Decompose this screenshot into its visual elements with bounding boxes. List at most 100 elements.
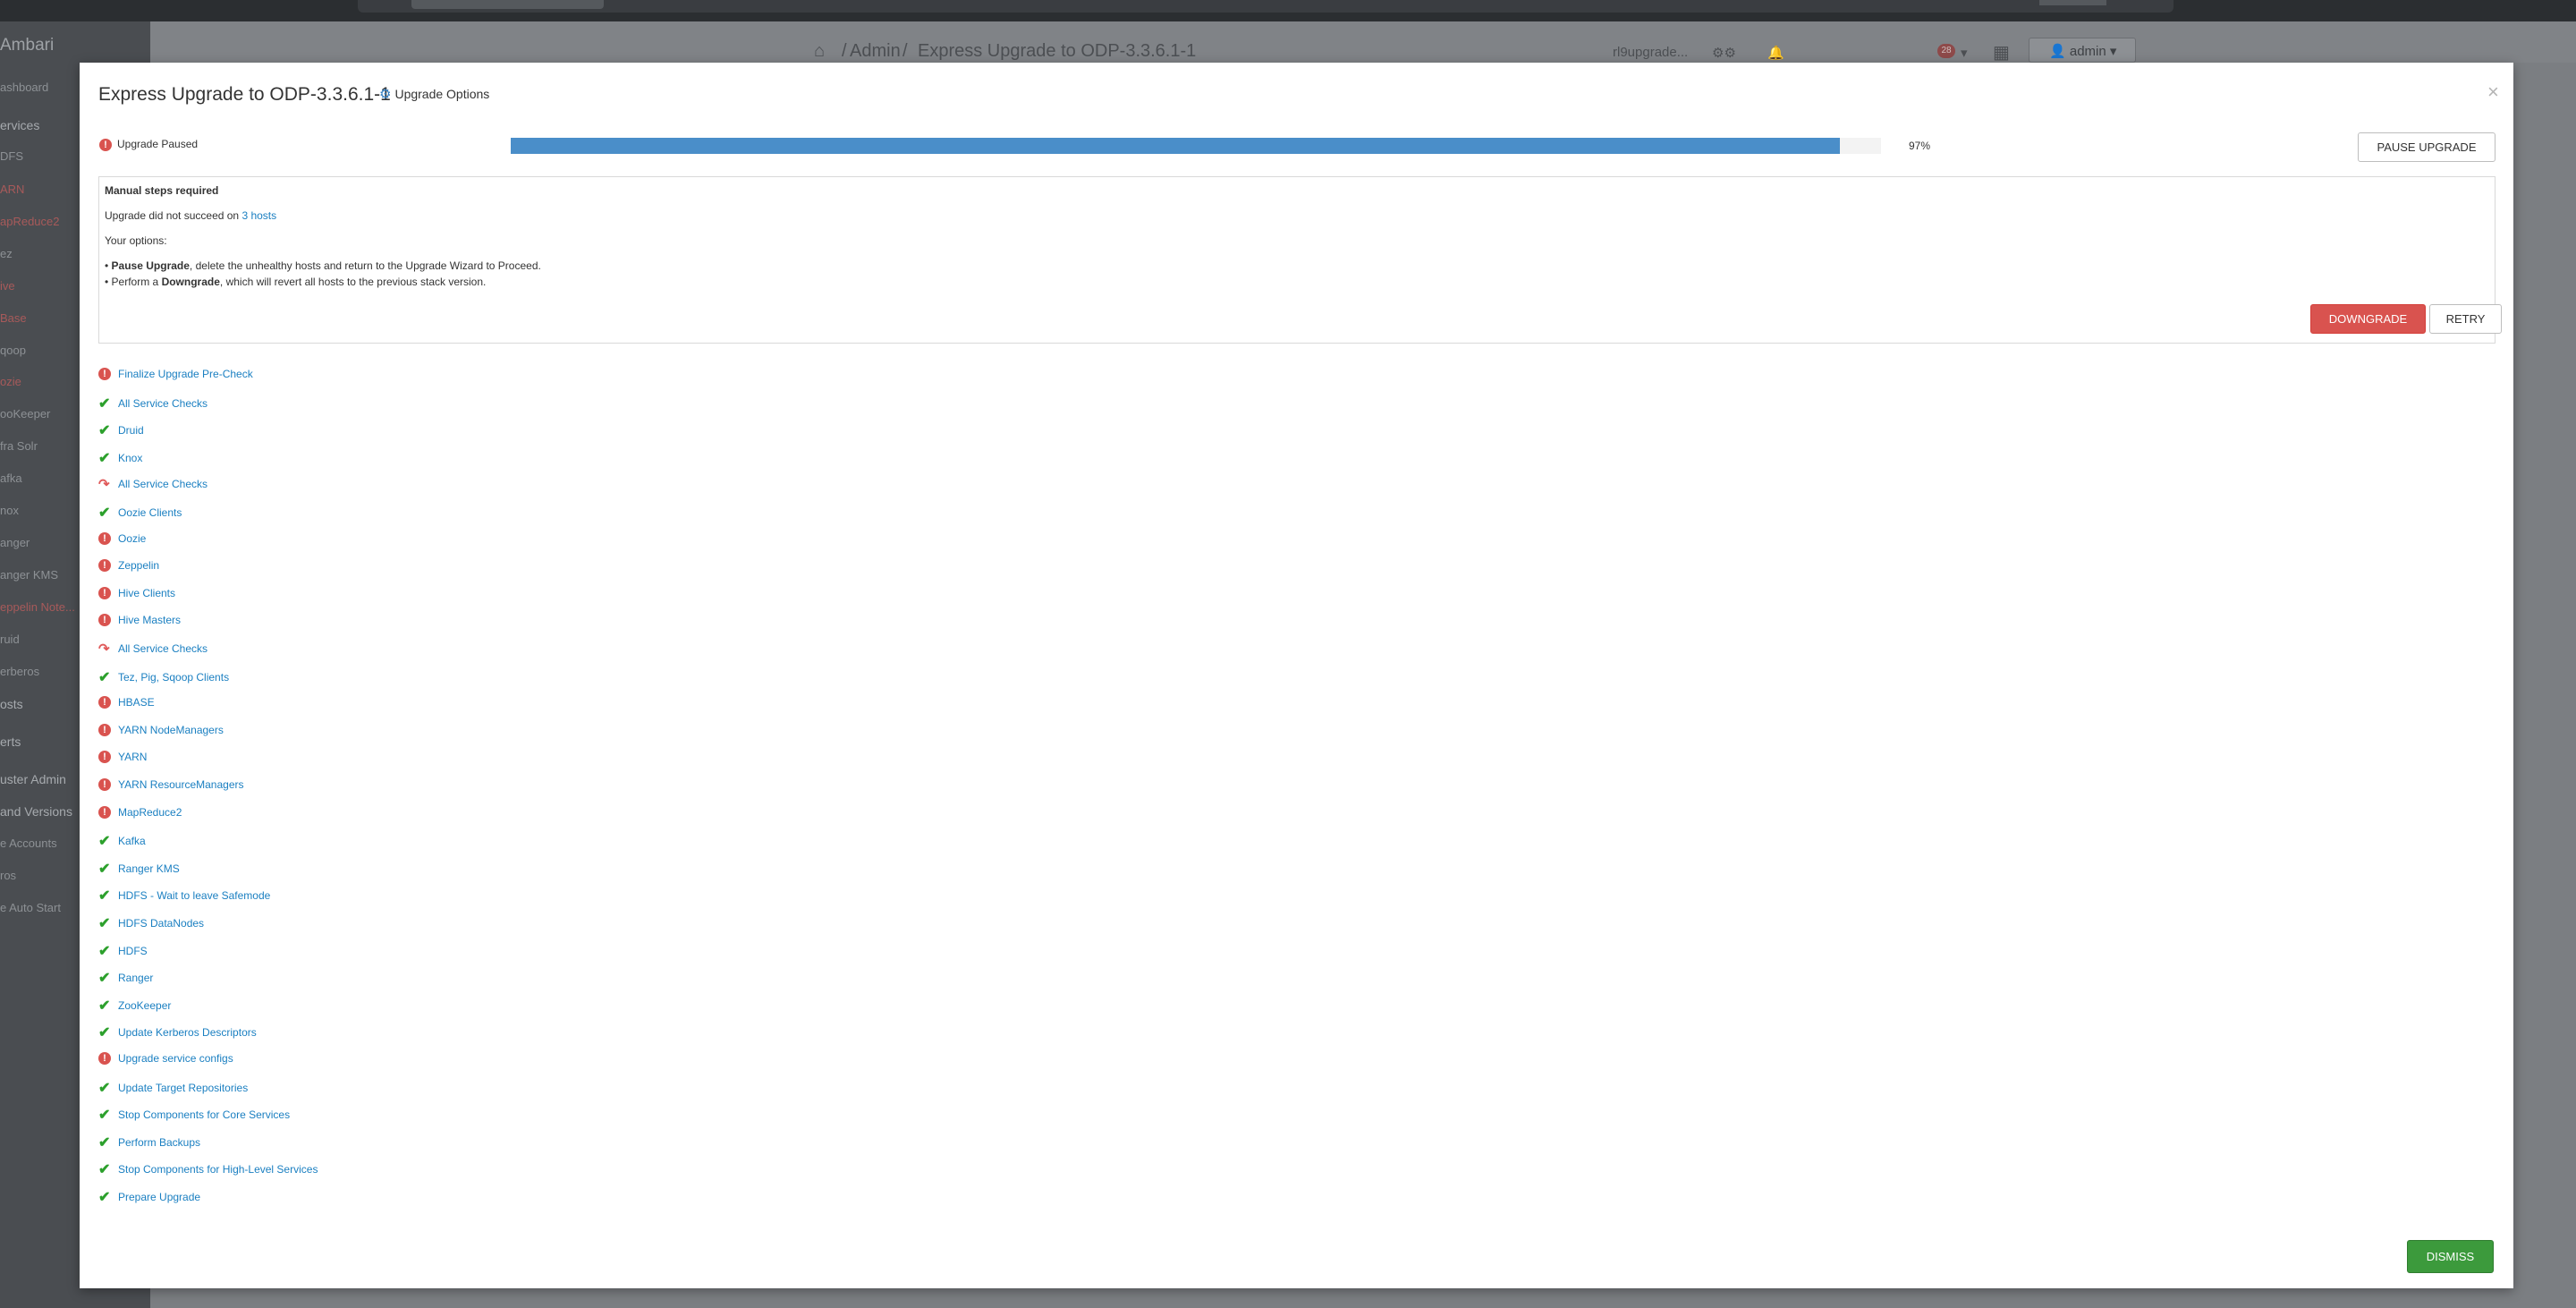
upgrade-group-item[interactable]: ✔ Update Kerberos Descriptors (98, 1023, 257, 1041)
sidebar-item[interactable]: and Versions (0, 804, 72, 819)
sidebar-item[interactable]: ruid (0, 633, 20, 646)
upgrade-group-label[interactable]: Upgrade service configs (118, 1052, 233, 1065)
upgrade-group-label[interactable]: Prepare Upgrade (118, 1191, 200, 1203)
upgrade-group-label[interactable]: All Service Checks (118, 642, 208, 655)
upgrade-group-item[interactable]: ! HBASE (98, 695, 155, 713)
upgrade-options-link[interactable]: ⚙ Upgrade Options (379, 86, 489, 102)
upgrade-group-item[interactable]: ! YARN (98, 750, 147, 768)
upgrade-group-label[interactable]: ZooKeeper (118, 999, 171, 1012)
upgrade-group-item[interactable]: ! Hive Masters (98, 613, 181, 631)
upgrade-group-label[interactable]: All Service Checks (118, 478, 208, 490)
upgrade-group-label[interactable]: Oozie Clients (118, 506, 182, 519)
sidebar-item[interactable]: nox (0, 504, 19, 517)
upgrade-group-label[interactable]: Hive Masters (118, 614, 181, 626)
check-icon: ✔ (98, 1025, 111, 1040)
sidebar-item[interactable]: Base (0, 311, 27, 325)
upgrade-group-label[interactable]: HDFS (118, 945, 148, 957)
upgrade-group-item[interactable]: ✔ Oozie Clients (98, 504, 182, 522)
downgrade-button[interactable]: DOWNGRADE (2310, 304, 2426, 334)
upgrade-group-label[interactable]: Kafka (118, 835, 146, 847)
upgrade-group-item[interactable]: ✔ Stop Components for High-Level Services (98, 1160, 318, 1178)
sidebar-item[interactable]: ozie (0, 375, 21, 388)
upgrade-group-label[interactable]: HDFS - Wait to leave Safemode (118, 889, 270, 902)
upgrade-group-item[interactable]: ↷ All Service Checks (98, 641, 208, 658)
sidebar-item[interactable]: ive (0, 279, 15, 293)
upgrade-group-item[interactable]: ✔ All Service Checks (98, 395, 208, 412)
upgrade-group-item[interactable]: ✔ Druid (98, 421, 144, 439)
upgrade-group-item[interactable]: ✔ HDFS - Wait to leave Safemode (98, 887, 270, 905)
sidebar-item[interactable]: e Accounts (0, 837, 57, 850)
upgrade-group-label[interactable]: Oozie (118, 532, 146, 545)
upgrade-group-item[interactable]: ! Hive Clients (98, 586, 175, 604)
upgrade-group-label[interactable]: YARN ResourceManagers (118, 778, 244, 791)
upgrade-group-label[interactable]: Stop Components for High-Level Services (118, 1163, 318, 1176)
sidebar-item[interactable]: erts (0, 735, 21, 749)
upgrade-group-item[interactable]: ! Zeppelin (98, 558, 159, 576)
upgrade-group-item[interactable]: ✔ Ranger KMS (98, 860, 180, 878)
upgrade-group-label[interactable]: HDFS DataNodes (118, 917, 204, 930)
upgrade-group-item[interactable]: ! YARN NodeManagers (98, 723, 224, 741)
upgrade-group-label[interactable]: Knox (118, 452, 142, 464)
upgrade-group-label[interactable]: Hive Clients (118, 587, 175, 599)
sidebar-item[interactable]: ARN (0, 183, 24, 196)
upgrade-group-item[interactable]: ✔ HDFS DataNodes (98, 914, 204, 932)
sidebar-item[interactable]: eppelin Note... (0, 600, 75, 614)
upgrade-group-item[interactable]: ↷ All Service Checks (98, 476, 208, 494)
upgrade-group-label[interactable]: Finalize Upgrade Pre-Check (118, 368, 253, 380)
sidebar-item[interactable]: e Auto Start (0, 901, 61, 914)
upgrade-group-label[interactable]: Druid (118, 424, 144, 437)
upgrade-group-label[interactable]: Perform Backups (118, 1136, 200, 1149)
sidebar-item[interactable]: erberos (0, 665, 39, 678)
upgrade-group-label[interactable]: YARN (118, 751, 147, 763)
failed-hosts-link[interactable]: 3 hosts (242, 209, 276, 222)
upgrade-group-label[interactable]: Tez, Pig, Sqoop Clients (118, 671, 229, 684)
sidebar-item[interactable]: afka (0, 471, 22, 485)
sidebar-item[interactable]: fra Solr (0, 439, 38, 453)
upgrade-group-item[interactable]: ! YARN ResourceManagers (98, 777, 244, 795)
upgrade-group-label[interactable]: Ranger KMS (118, 862, 180, 875)
sidebar-item[interactable]: ez (0, 247, 13, 260)
upgrade-group-item[interactable]: ! Oozie (98, 531, 146, 549)
sidebar-item[interactable]: ashboard (0, 81, 48, 94)
upgrade-group-item[interactable]: ✔ Knox (98, 449, 142, 467)
sidebar-item[interactable]: anger (0, 536, 30, 549)
upgrade-group-item[interactable]: ✔ Update Target Repositories (98, 1079, 248, 1097)
sidebar-item[interactable]: ooKeeper (0, 407, 50, 420)
sidebar-item[interactable]: uster Admin (0, 772, 66, 786)
upgrade-group-item[interactable]: ✔ ZooKeeper (98, 997, 171, 1015)
upgrade-group-item[interactable]: ✔ Kafka (98, 832, 146, 850)
sidebar-item[interactable]: DFS (0, 149, 23, 163)
dismiss-button[interactable]: DISMISS (2407, 1240, 2494, 1273)
upgrade-group-item[interactable]: ✔ HDFS (98, 942, 148, 960)
upgrade-group-item[interactable]: ✔ Perform Backups (98, 1134, 200, 1151)
sidebar-item[interactable]: apReduce2 (0, 215, 60, 228)
upgrade-group-label[interactable]: YARN NodeManagers (118, 724, 224, 736)
sidebar-item[interactable]: ervices (0, 118, 39, 132)
option-downgrade: • Perform a Downgrade, which will revert… (105, 276, 486, 288)
upgrade-group-item[interactable]: ! MapReduce2 (98, 805, 182, 823)
upgrade-group-item[interactable]: ✔ Tez, Pig, Sqoop Clients (98, 668, 229, 686)
sidebar-item[interactable]: qoop (0, 344, 26, 357)
upgrade-group-label[interactable]: Zeppelin (118, 559, 159, 572)
upgrade-group-item[interactable]: ✔ Ranger (98, 969, 153, 987)
upgrade-group-label[interactable]: Update Target Repositories (118, 1082, 248, 1094)
option-pause-upgrade: • Pause Upgrade, delete the unhealthy ho… (105, 259, 541, 272)
upgrade-group-item[interactable]: ! Upgrade service configs (98, 1051, 233, 1069)
sidebar-item[interactable]: osts (0, 697, 23, 711)
retry-button[interactable]: RETRY (2429, 304, 2502, 334)
sidebar-item[interactable]: anger KMS (0, 568, 58, 582)
upgrade-group-item[interactable]: ! Finalize Upgrade Pre-Check (98, 367, 253, 385)
close-icon[interactable]: × (2487, 81, 2499, 104)
upgrade-group-label[interactable]: All Service Checks (118, 397, 208, 410)
sidebar-item[interactable]: ros (0, 869, 16, 882)
upgrade-group-item[interactable]: ✔ Prepare Upgrade (98, 1188, 200, 1206)
pause-upgrade-button[interactable]: PAUSE UPGRADE (2358, 132, 2496, 162)
upgrade-group-label[interactable]: MapReduce2 (118, 806, 182, 819)
upgrade-group-label[interactable]: HBASE (118, 696, 155, 709)
upgrade-group-label[interactable]: Stop Components for Core Services (118, 1108, 290, 1121)
upgrade-group-item[interactable]: ✔ Stop Components for Core Services (98, 1106, 290, 1124)
check-icon: ✔ (98, 888, 111, 904)
manual-steps-title: Manual steps required (105, 184, 219, 197)
upgrade-group-label[interactable]: Update Kerberos Descriptors (118, 1026, 257, 1039)
upgrade-group-label[interactable]: Ranger (118, 972, 153, 984)
